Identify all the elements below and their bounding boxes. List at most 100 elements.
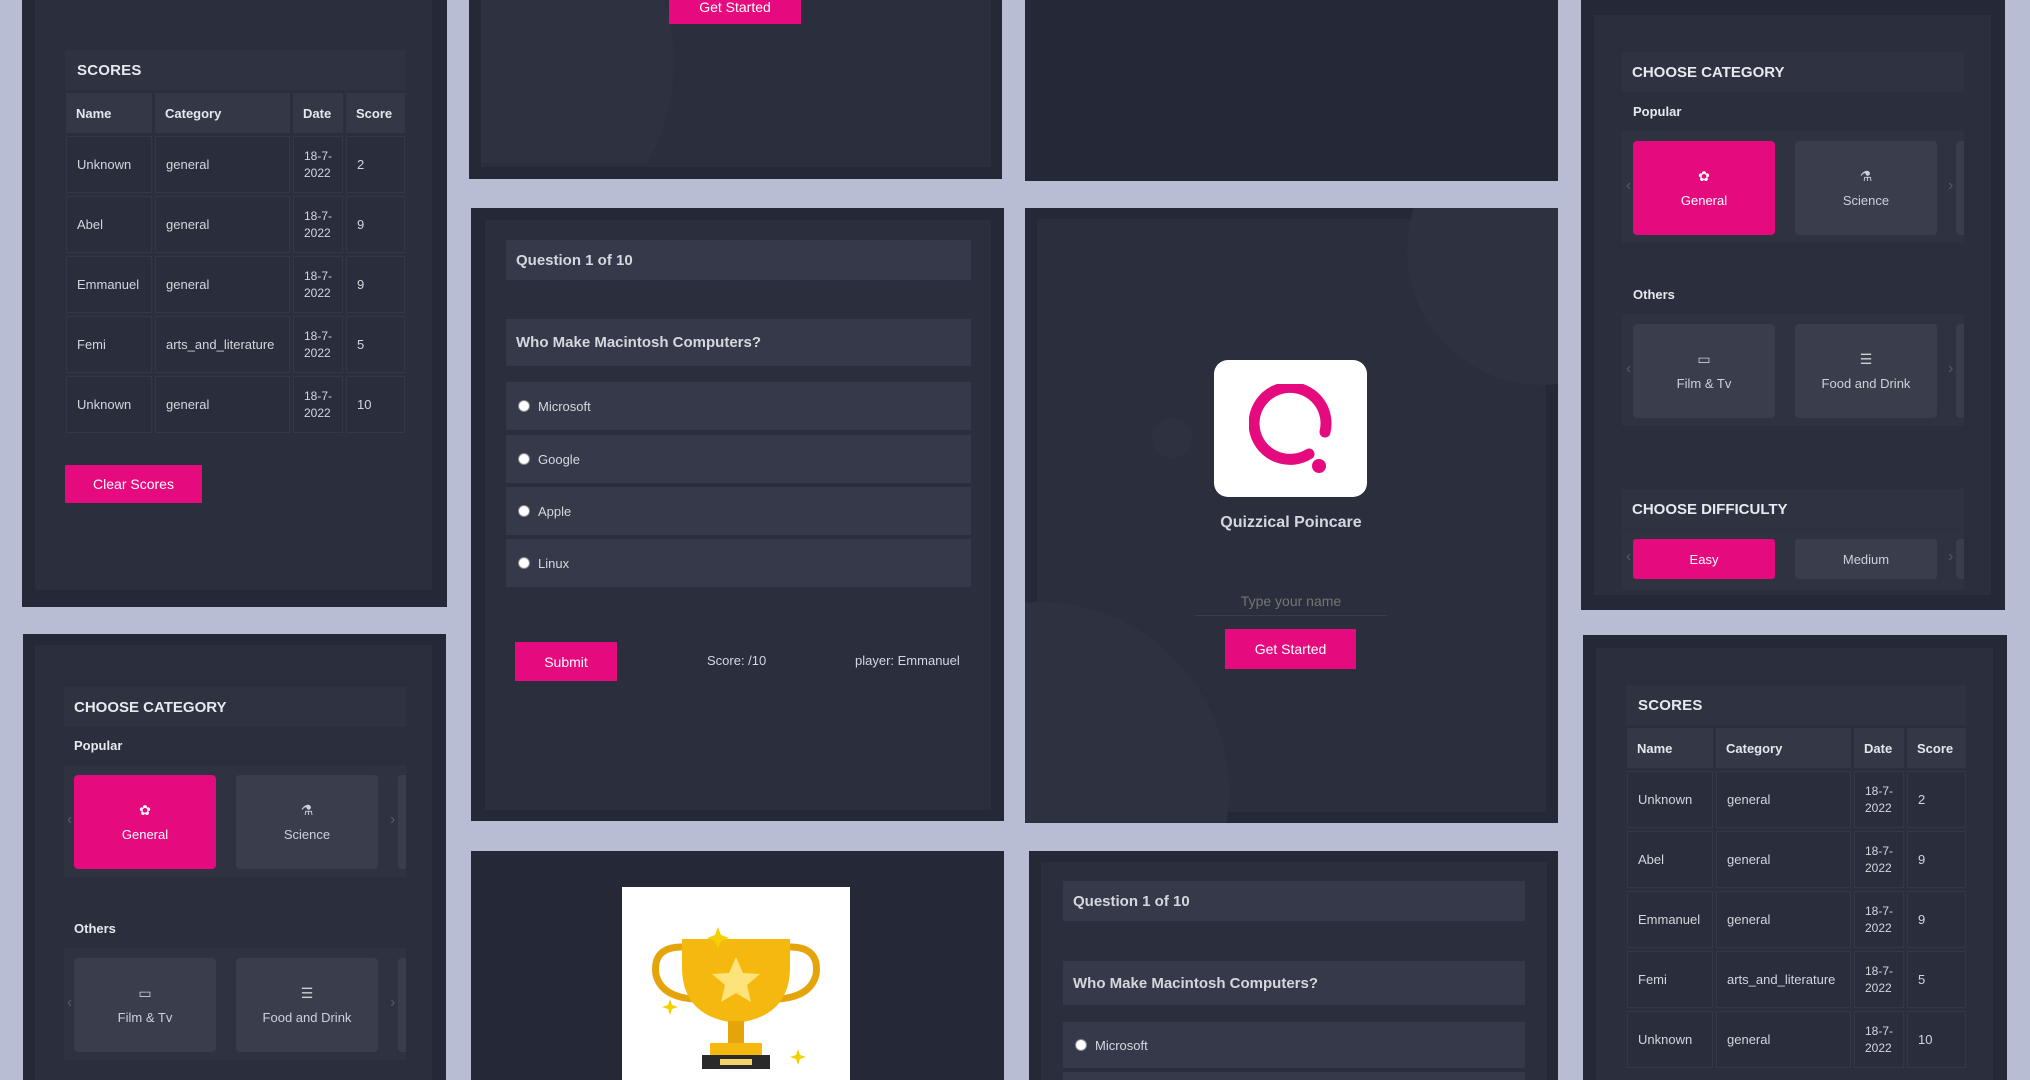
chevron-right-icon[interactable]: ›	[1948, 177, 1953, 195]
chevron-left-icon[interactable]: ‹	[1626, 548, 1631, 566]
scores-panel-left: SCORES Name Category Date Score Unknown …	[22, 0, 447, 607]
others-label: Others	[1633, 287, 1675, 302]
answer-option[interactable]: Apple	[506, 487, 971, 535]
burger-icon: ☰	[1859, 350, 1873, 367]
cell-category: general	[1716, 771, 1851, 828]
chevron-left-icon[interactable]: ‹	[1626, 360, 1631, 378]
cell-score: 5	[346, 316, 405, 373]
answer-option[interactable]: Google	[506, 435, 971, 483]
trophy-image	[622, 887, 850, 1080]
logo-icon	[1248, 383, 1332, 473]
category-card-film-tv[interactable]: ▭ Film & Tv	[1633, 324, 1775, 418]
question-text: Who Make Macintosh Computers?	[1063, 961, 1525, 1005]
scores-panel-right: SCORES Name Category Date Score Unknown …	[1583, 635, 2007, 1080]
decor-circle-small	[1152, 418, 1192, 458]
scores-title: SCORES	[65, 50, 405, 90]
radio-button[interactable]	[518, 453, 530, 465]
others-carousel: ▭ Film & Tv ☰ Food and Drink ‹ ›	[1622, 314, 1964, 426]
radio-button[interactable]	[518, 400, 530, 412]
col-category: Category	[1716, 728, 1851, 768]
clear-scores-button[interactable]: Clear Scores	[65, 465, 202, 503]
carousel-next-card	[1956, 141, 1964, 235]
answer-option[interactable]: Linux	[506, 539, 971, 587]
radio-button[interactable]	[1075, 1039, 1087, 1051]
category-label: General	[121, 826, 169, 842]
answer-option[interactable]	[1063, 1072, 1525, 1080]
name-input[interactable]	[1195, 586, 1387, 616]
chevron-right-icon[interactable]: ›	[1948, 548, 1953, 566]
cell-score: 2	[346, 136, 405, 193]
result-panel	[471, 851, 1004, 1080]
category-label: Science	[1842, 192, 1890, 208]
chevron-right-icon[interactable]: ›	[390, 994, 395, 1012]
difficulty-carousel: Easy Medium ‹ ›	[1622, 530, 1964, 590]
category-card-food-drink[interactable]: ☰ Food and Drink	[236, 958, 378, 1052]
cell-name: Unknown	[66, 376, 152, 433]
category-card-science[interactable]: ⚗ Science	[236, 775, 378, 869]
cell-name: Unknown	[66, 136, 152, 193]
tv-icon: ▭	[138, 984, 152, 1001]
difficulty-easy[interactable]: Easy	[1633, 539, 1775, 579]
cell-category: arts_and_literature	[155, 316, 290, 373]
option-label: Linux	[538, 555, 570, 571]
chevron-left-icon[interactable]: ‹	[67, 994, 72, 1012]
option-label: Microsoft	[1095, 1037, 1148, 1053]
category-card-science[interactable]: ⚗ Science	[1795, 141, 1937, 235]
get-started-button-top[interactable]: Get Started	[669, 0, 801, 24]
question-progress: Question 1 of 10	[506, 240, 971, 280]
category-label: Film & Tv	[1676, 375, 1732, 391]
difficulty-title: CHOOSE DIFFICULTY	[1622, 489, 1964, 529]
category-card-general[interactable]: ✿ General	[1633, 141, 1775, 235]
category-label: Food and Drink	[1821, 375, 1911, 391]
welcome-panel: Quizzical Poincare Get Started	[1025, 208, 1558, 823]
quiz-panel: Question 1 of 10 Who Make Macintosh Comp…	[471, 208, 1004, 821]
answer-option[interactable]: Microsoft	[1063, 1022, 1525, 1068]
cell-name: Abel	[1627, 831, 1713, 888]
category-title: CHOOSE CATEGORY	[64, 687, 406, 727]
carousel-next-card	[1956, 539, 1964, 579]
table-row: Emmanuel general 18-7-2022 9	[66, 256, 405, 313]
col-score: Score	[346, 93, 405, 133]
answer-option[interactable]: Microsoft	[506, 382, 971, 430]
question-text: Who Make Macintosh Computers?	[506, 319, 971, 366]
carousel-next-card	[1956, 324, 1964, 418]
chevron-left-icon[interactable]: ‹	[1626, 177, 1631, 195]
cell-score: 10	[346, 376, 405, 433]
cell-date: 18-7-2022	[1854, 771, 1904, 828]
radio-button[interactable]	[518, 557, 530, 569]
cell-date: 18-7-2022	[1854, 831, 1904, 888]
popular-carousel: ✿ General ⚗ Science ‹ ›	[1622, 131, 1964, 243]
radio-button[interactable]	[518, 505, 530, 517]
cell-date: 18-7-2022	[293, 316, 343, 373]
cell-date: 18-7-2022	[1854, 1011, 1904, 1068]
table-row: Femi arts_and_literature 18-7-2022 5	[1627, 951, 1966, 1008]
category-card-general[interactable]: ✿ General	[74, 775, 216, 869]
cell-category: general	[1716, 891, 1851, 948]
category-panel-right: CHOOSE CATEGORY Popular ✿ General ⚗ Scie…	[1581, 0, 2005, 610]
category-card-food-drink[interactable]: ☰ Food and Drink	[1795, 324, 1937, 418]
carousel-next-card	[398, 958, 406, 1052]
chevron-right-icon[interactable]: ›	[1948, 360, 1953, 378]
col-date: Date	[293, 93, 343, 133]
difficulty-medium[interactable]: Medium	[1795, 539, 1937, 579]
submit-button[interactable]: Submit	[515, 642, 617, 681]
others-carousel: ▭ Film & Tv ☰ Food and Drink ‹ ›	[64, 948, 406, 1060]
decor-circle	[481, 0, 674, 163]
option-label: Google	[538, 451, 580, 467]
category-panel-left: CHOOSE CATEGORY Popular ✿ General ⚗ Scie…	[23, 634, 446, 1080]
cell-name: Femi	[66, 316, 152, 373]
cell-category: general	[155, 376, 290, 433]
cell-category: general	[155, 196, 290, 253]
chevron-right-icon[interactable]: ›	[390, 811, 395, 829]
table-row: Unknown general 18-7-2022 10	[1627, 1011, 1966, 1068]
cell-name: Emmanuel	[66, 256, 152, 313]
cell-date: 18-7-2022	[1854, 951, 1904, 1008]
cell-score: 2	[1907, 771, 1966, 828]
option-label: Apple	[538, 503, 572, 519]
chevron-left-icon[interactable]: ‹	[67, 811, 72, 829]
app-logo	[1214, 360, 1367, 497]
cell-score: 9	[346, 196, 405, 253]
category-card-film-tv[interactable]: ▭ Film & Tv	[74, 958, 216, 1052]
get-started-button[interactable]: Get Started	[1225, 629, 1356, 669]
col-name: Name	[66, 93, 152, 133]
